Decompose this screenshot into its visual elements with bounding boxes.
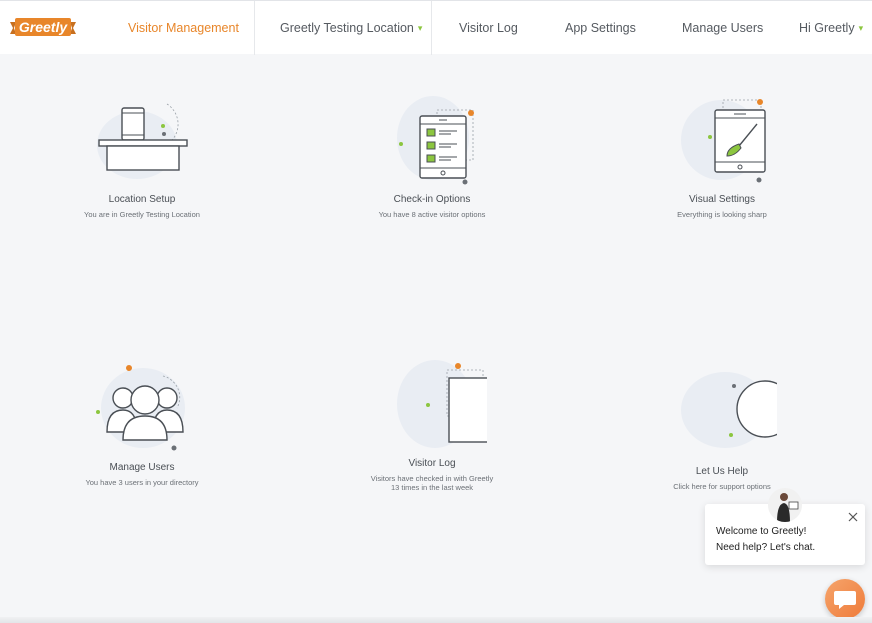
- nav-user-menu[interactable]: Hi Greetly ▾: [799, 1, 863, 55]
- chat-icon: [834, 591, 856, 609]
- card-manage-users[interactable]: Manage Users You have 3 users in your di…: [42, 362, 242, 487]
- desk-phone-icon: [97, 103, 188, 179]
- checklist-tablet-icon: [397, 96, 474, 185]
- card-subtitle-line1: Visitors have checked in with Greetly: [370, 474, 494, 483]
- chevron-down-icon: ▾: [417, 22, 423, 33]
- card-subtitle: You have 3 users in your directory: [85, 478, 199, 487]
- nav-visitor-management-label: Visitor Management: [128, 21, 239, 35]
- agent-avatar: [768, 488, 802, 522]
- nav-location-label: Greetly Testing Location: [280, 21, 414, 35]
- card-title: Location Setup: [108, 194, 176, 205]
- support-smiley-icon: [681, 372, 777, 448]
- svg-text:Greetly: Greetly: [19, 19, 68, 35]
- card-title: Let Us Help: [695, 466, 749, 477]
- card-subtitle: Visitors have checked in with Greetly 13…: [332, 474, 532, 492]
- nav-visitor-log-label: Visitor Log: [459, 21, 518, 35]
- nav-visitor-management[interactable]: Visitor Management: [128, 1, 239, 55]
- nav-app-settings[interactable]: App Settings: [565, 1, 636, 55]
- card-location-setup[interactable]: Location Setup You are in Greetly Testin…: [42, 98, 242, 219]
- paintbrush-tablet-icon: [681, 99, 766, 183]
- card-title: Visual Settings: [689, 194, 755, 205]
- chat-launcher-button[interactable]: [825, 579, 865, 619]
- chat-help-text: Need help? Let's chat.: [716, 542, 816, 553]
- card-subtitle-line2: 13 times in the last week: [390, 483, 474, 492]
- card-title: Visitor Log: [408, 458, 456, 469]
- chat-welcome-text: Welcome to Greetly!: [716, 526, 807, 537]
- close-icon[interactable]: [847, 511, 859, 523]
- top-nav: Greetly Visitor Management Greetly Testi…: [0, 0, 872, 55]
- nav-user-greeting: Hi Greetly: [799, 21, 855, 35]
- nav-app-settings-label: App Settings: [565, 21, 636, 35]
- card-subtitle: You have 8 active visitor options: [378, 210, 486, 219]
- card-subtitle: You are in Greetly Testing Location: [84, 210, 200, 219]
- nav-location-dropdown[interactable]: Greetly Testing Location ▾: [280, 1, 422, 55]
- card-let-us-help[interactable]: Let Us Help Click here for support optio…: [622, 366, 822, 491]
- nav-manage-users-label: Manage Users: [682, 21, 764, 35]
- nav-visitor-log[interactable]: Visitor Log: [459, 1, 518, 55]
- card-title: Check-in Options: [393, 194, 471, 205]
- card-checkin-options[interactable]: Check-in Options You have 8 active visit…: [332, 94, 532, 219]
- nav-manage-users[interactable]: Manage Users: [682, 1, 763, 55]
- card-title: Manage Users: [109, 462, 175, 473]
- greetly-logo[interactable]: Greetly: [8, 14, 78, 42]
- nav-divider: [254, 1, 255, 55]
- nav-divider: [431, 1, 432, 55]
- card-visitor-log[interactable]: Visitor Log Visitors have checked in wit…: [332, 358, 532, 492]
- card-visual-settings[interactable]: Visual Settings Everything is looking sh…: [622, 94, 822, 219]
- page-footer-edge: [0, 617, 872, 623]
- users-group-icon: [96, 365, 185, 451]
- card-subtitle: Everything is looking sharp: [677, 210, 767, 219]
- chevron-down-icon: ▾: [858, 22, 864, 33]
- visitor-book-icon: [397, 360, 487, 448]
